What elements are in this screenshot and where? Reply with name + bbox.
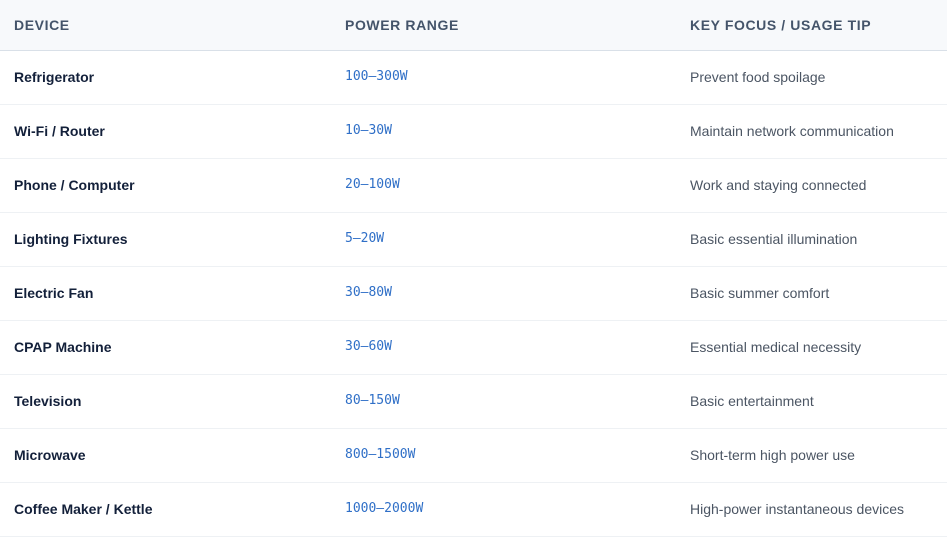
device-name: Television xyxy=(14,392,82,409)
power-range: 800–1500W xyxy=(345,446,416,462)
header-power-range[interactable]: POWER RANGE xyxy=(345,17,690,33)
power-range: 10–30W xyxy=(345,122,392,138)
table-row: CPAP Machine 30–60W Essential medical ne… xyxy=(0,321,947,375)
table-row: Coffee Maker / Kettle 1000–2000W High-po… xyxy=(0,483,947,537)
table-row: Electric Fan 30–80W Basic summer comfort xyxy=(0,267,947,321)
power-range: 30–80W xyxy=(345,284,392,300)
usage-tip: Work and staying connected xyxy=(690,176,867,193)
table-row: Refrigerator 100–300W Prevent food spoil… xyxy=(0,51,947,105)
table-row: Television 80–150W Basic entertainment xyxy=(0,375,947,429)
table-row: Microwave 800–1500W Short-term high powe… xyxy=(0,429,947,483)
device-name: Electric Fan xyxy=(14,284,94,301)
device-name: Lighting Fixtures xyxy=(14,230,128,247)
power-range: 30–60W xyxy=(345,338,392,354)
device-name: Phone / Computer xyxy=(14,176,135,193)
table-row: Lighting Fixtures 5–20W Basic essential … xyxy=(0,213,947,267)
usage-tip: Essential medical necessity xyxy=(690,338,862,355)
device-name: CPAP Machine xyxy=(14,338,112,355)
device-name: Wi-Fi / Router xyxy=(14,122,105,139)
usage-tip: High-power instantaneous devices xyxy=(690,500,905,517)
table-header: DEVICE POWER RANGE KEY FOCUS / USAGE TIP xyxy=(0,0,947,51)
usage-tip: Basic essential illumination xyxy=(690,230,858,247)
usage-tip: Short-term high power use xyxy=(690,446,855,463)
table-row: Phone / Computer 20–100W Work and stayin… xyxy=(0,159,947,213)
usage-tip: Basic entertainment xyxy=(690,392,814,409)
usage-tip: Prevent food spoilage xyxy=(690,68,826,85)
power-range: 5–20W xyxy=(345,230,385,246)
header-device[interactable]: DEVICE xyxy=(0,17,345,33)
device-name: Coffee Maker / Kettle xyxy=(14,500,153,517)
usage-tip: Maintain network communication xyxy=(690,122,894,139)
header-key-focus[interactable]: KEY FOCUS / USAGE TIP xyxy=(690,17,947,33)
power-range: 100–300W xyxy=(345,68,408,84)
power-range: 80–150W xyxy=(345,392,400,408)
device-power-table: DEVICE POWER RANGE KEY FOCUS / USAGE TIP… xyxy=(0,0,947,537)
device-name: Microwave xyxy=(14,446,86,463)
table-row: Wi-Fi / Router 10–30W Maintain network c… xyxy=(0,105,947,159)
device-name: Refrigerator xyxy=(14,68,95,85)
power-range: 20–100W xyxy=(345,176,400,192)
power-range: 1000–2000W xyxy=(345,500,424,516)
usage-tip: Basic summer comfort xyxy=(690,284,830,301)
